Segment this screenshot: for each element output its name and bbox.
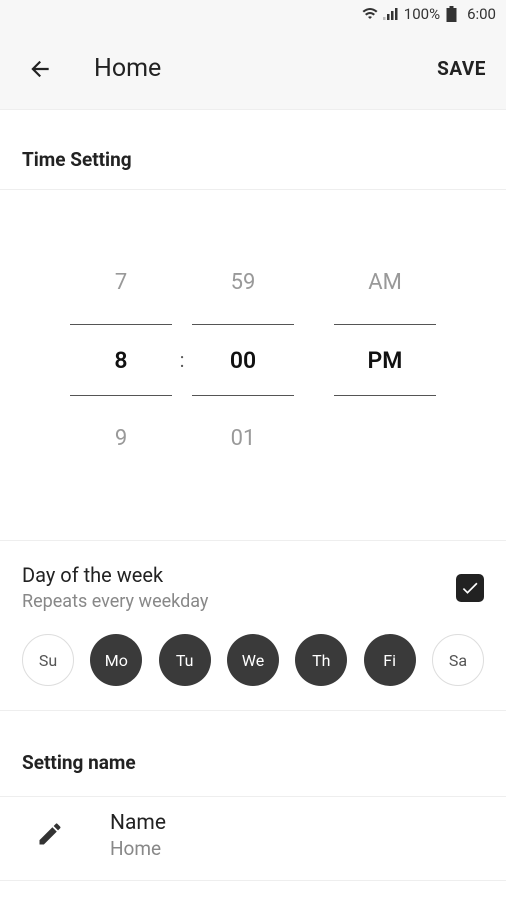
minute-prev[interactable]: 59	[192, 270, 294, 295]
minute-next[interactable]: 01	[192, 426, 294, 451]
setting-name-header: Setting name	[0, 711, 506, 796]
day-pill-tu[interactable]: Tu	[159, 634, 211, 686]
day-pill-we[interactable]: We	[227, 634, 279, 686]
day-pill-sa[interactable]: Sa	[432, 634, 484, 686]
ampm-prev[interactable]: AM	[334, 270, 436, 295]
wifi-icon	[362, 7, 378, 21]
hour-selected[interactable]: 8	[70, 347, 172, 374]
time-setting-header: Time Setting	[0, 110, 506, 189]
day-pill-mo[interactable]: Mo	[90, 634, 142, 686]
ampm-selected[interactable]: PM	[334, 347, 436, 374]
app-header: Home SAVE	[0, 28, 506, 110]
back-button[interactable]	[22, 51, 58, 87]
time-picker[interactable]: 7 59 AM 8 : 00 PM 9 01	[0, 190, 506, 541]
check-icon	[460, 578, 480, 598]
day-pill-th[interactable]: Th	[295, 634, 347, 686]
day-of-week-section: Day of the week Repeats every weekday Su…	[0, 541, 506, 711]
battery-percentage: 100%	[404, 5, 440, 23]
time-colon: :	[172, 348, 192, 372]
edit-icon	[36, 820, 64, 852]
day-pill-fi[interactable]: Fi	[364, 634, 416, 686]
hour-prev[interactable]: 7	[70, 270, 172, 295]
day-of-week-subtitle: Repeats every weekday	[22, 591, 208, 612]
minute-selected[interactable]: 00	[192, 347, 294, 374]
hour-next[interactable]: 9	[70, 426, 172, 451]
page-title: Home	[94, 54, 437, 83]
signal-icon	[382, 7, 398, 21]
setting-name-row[interactable]: Name Home	[0, 796, 506, 881]
status-bar: 100% 6:00	[0, 0, 506, 28]
save-button[interactable]: SAVE	[437, 57, 486, 80]
day-pill-su[interactable]: Su	[22, 634, 74, 686]
weekday-repeat-checkbox[interactable]	[456, 574, 484, 602]
days-row: Su Mo Tu We Th Fi Sa	[22, 634, 484, 686]
battery-icon	[446, 6, 457, 22]
status-clock: 6:00	[467, 5, 496, 23]
setting-name-label: Name	[110, 811, 166, 835]
day-of-week-title: Day of the week	[22, 563, 208, 587]
back-arrow-icon	[27, 56, 53, 82]
setting-name-value: Home	[110, 837, 166, 860]
